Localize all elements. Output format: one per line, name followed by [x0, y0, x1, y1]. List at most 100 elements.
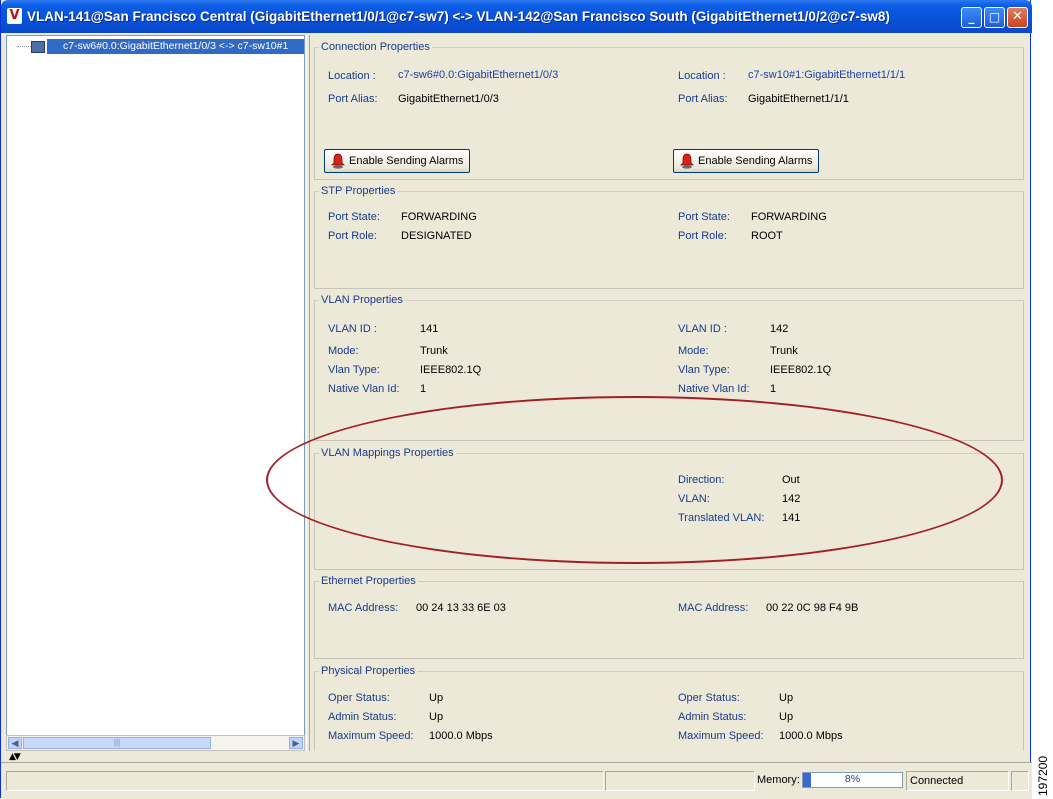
close-button[interactable]: ✕: [1007, 7, 1028, 28]
native-vlan-value: 1: [770, 383, 777, 395]
mac-address-label: MAC Address:: [328, 602, 399, 614]
oper-status-label: Oper Status:: [328, 692, 390, 704]
port-alias-label: Port Alias:: [328, 93, 378, 105]
port-state-label: Port State:: [678, 211, 730, 223]
panel-splitter[interactable]: [306, 35, 310, 751]
port-alias-value: GigabitEthernet1/0/3: [398, 93, 499, 105]
collapse-panel-arrows-icon[interactable]: ▲▼: [9, 752, 21, 762]
tree-connector: [17, 46, 31, 47]
physical-properties-group: Physical Properties Oper Status: Up Admi…: [314, 665, 1024, 751]
max-speed-value: 1000.0 Mbps: [779, 730, 843, 742]
translated-vlan-label: Translated VLAN:: [678, 512, 765, 524]
alarm-bell-icon: [680, 153, 694, 169]
app-window: V VLAN-141@San Francisco Central (Gigabi…: [0, 0, 1032, 799]
group-title: STP Properties: [319, 185, 398, 197]
vlan-id-label: VLAN ID :: [328, 323, 377, 335]
enable-alarms-button-right[interactable]: Enable Sending Alarms: [673, 149, 820, 173]
link-node-icon: [31, 41, 45, 53]
tree-item-link[interactable]: c7-sw6#0.0:GigabitEthernet1/0/3 <-> c7-s…: [47, 39, 304, 54]
memory-label: Memory:: [757, 774, 800, 786]
title-bar[interactable]: V VLAN-141@San Francisco Central (Gigabi…: [1, 0, 1032, 33]
port-role-value: DESIGNATED: [401, 230, 472, 242]
mac-address-value: 00 22 0C 98 F4 9B: [766, 602, 859, 614]
status-field: [605, 771, 755, 791]
port-alias-label: Port Alias:: [678, 93, 728, 105]
vlan-id-label: VLAN ID :: [678, 323, 727, 335]
group-title: VLAN Properties: [319, 294, 405, 306]
scroll-thumb[interactable]: |||: [23, 737, 211, 749]
ethernet-properties-group: Ethernet Properties MAC Address: 00 24 1…: [314, 575, 1024, 659]
max-speed-label: Maximum Speed:: [328, 730, 414, 742]
figure-id: 197200: [1036, 740, 1050, 796]
vlan-type-label: Vlan Type:: [678, 364, 730, 376]
direction-value: Out: [782, 474, 800, 486]
direction-label: Direction:: [678, 474, 725, 486]
location-label: Location :: [678, 70, 726, 82]
mapping-vlan-label: VLAN:: [678, 493, 710, 505]
stp-properties-group: STP Properties Port State: FORWARDING Po…: [314, 185, 1024, 289]
location-value: c7-sw6#0.0:GigabitEthernet1/0/3: [398, 69, 559, 81]
location-value: c7-sw10#1:GigabitEthernet1/1/1: [748, 69, 906, 81]
port-role-label: Port Role:: [678, 230, 727, 242]
port-alias-value: GigabitEthernet1/1/1: [748, 93, 849, 105]
vlan-type-value: IEEE802.1Q: [770, 364, 832, 376]
figure-id-text: 197200: [1036, 755, 1050, 796]
oper-status-label: Oper Status:: [678, 692, 740, 704]
vlan-mappings-group: VLAN Mappings Properties Direction: Out …: [314, 447, 1024, 570]
port-role-value: ROOT: [751, 230, 783, 242]
enable-alarms-label: Enable Sending Alarms: [698, 155, 813, 167]
memory-percent: 8%: [844, 773, 861, 785]
group-title: Connection Properties: [319, 41, 432, 53]
alarm-bell-icon: [331, 153, 345, 169]
app-logo-icon: V: [7, 8, 22, 24]
group-title: Ethernet Properties: [319, 575, 418, 587]
location-label: Location :: [328, 70, 376, 82]
minimize-button[interactable]: _: [961, 7, 982, 28]
admin-status-value: Up: [779, 711, 794, 723]
port-state-value: FORWARDING: [751, 211, 827, 223]
admin-status-label: Admin Status:: [328, 711, 397, 723]
vlan-type-value: IEEE802.1Q: [420, 364, 482, 376]
port-state-label: Port State:: [328, 211, 380, 223]
resize-grip[interactable]: [1011, 771, 1029, 791]
mode-label: Mode:: [678, 345, 709, 357]
mode-value: Trunk: [420, 345, 448, 357]
native-vlan-label: Native Vlan Id:: [678, 383, 750, 395]
mapping-vlan-value: 142: [782, 493, 801, 505]
port-role-label: Port Role:: [328, 230, 377, 242]
max-speed-label: Maximum Speed:: [678, 730, 764, 742]
scroll-right-button[interactable]: ▶: [289, 737, 303, 749]
mac-address-value: 00 24 13 33 6E 03: [416, 602, 506, 614]
vlan-id-value: 141: [420, 323, 439, 335]
mode-value: Trunk: [770, 345, 798, 357]
native-vlan-label: Native Vlan Id:: [328, 383, 400, 395]
mac-address-label: MAC Address:: [678, 602, 749, 614]
scroll-left-button[interactable]: ◀: [8, 737, 22, 749]
maximize-button[interactable]: □: [984, 7, 1005, 28]
vlan-properties-group: VLAN Properties VLAN ID : 141 Mode: Trun…: [314, 294, 1024, 441]
oper-status-value: Up: [429, 692, 444, 704]
navigation-tree[interactable]: c7-sw6#0.0:GigabitEthernet1/0/3 <-> c7-s…: [6, 35, 305, 751]
port-state-value: FORWARDING: [401, 211, 477, 223]
status-bar: Memory: 8% Connected: [1, 762, 1032, 799]
properties-panel: Connection Properties Location : c7-sw6#…: [311, 35, 1029, 751]
connection-properties-group: Connection Properties Location : c7-sw6#…: [314, 41, 1024, 180]
mode-label: Mode:: [328, 345, 359, 357]
memory-progress-bar: 8%: [802, 772, 903, 788]
admin-status-label: Admin Status:: [678, 711, 747, 723]
oper-status-value: Up: [779, 692, 794, 704]
enable-alarms-label: Enable Sending Alarms: [349, 155, 464, 167]
status-message-field: [6, 771, 604, 791]
connection-status: Connected: [906, 771, 1009, 791]
group-title: Physical Properties: [319, 665, 418, 677]
max-speed-value: 1000.0 Mbps: [429, 730, 493, 742]
group-title: VLAN Mappings Properties: [319, 447, 456, 459]
translated-vlan-value: 141: [782, 512, 801, 524]
native-vlan-value: 1: [420, 383, 427, 395]
window-title: VLAN-141@San Francisco Central (GigabitE…: [27, 9, 890, 24]
vlan-type-label: Vlan Type:: [328, 364, 380, 376]
vlan-id-value: 142: [770, 323, 789, 335]
enable-alarms-button-left[interactable]: Enable Sending Alarms: [324, 149, 471, 173]
tree-horizontal-scrollbar[interactable]: ◀ ||| ▶: [6, 735, 305, 751]
admin-status-value: Up: [429, 711, 444, 723]
